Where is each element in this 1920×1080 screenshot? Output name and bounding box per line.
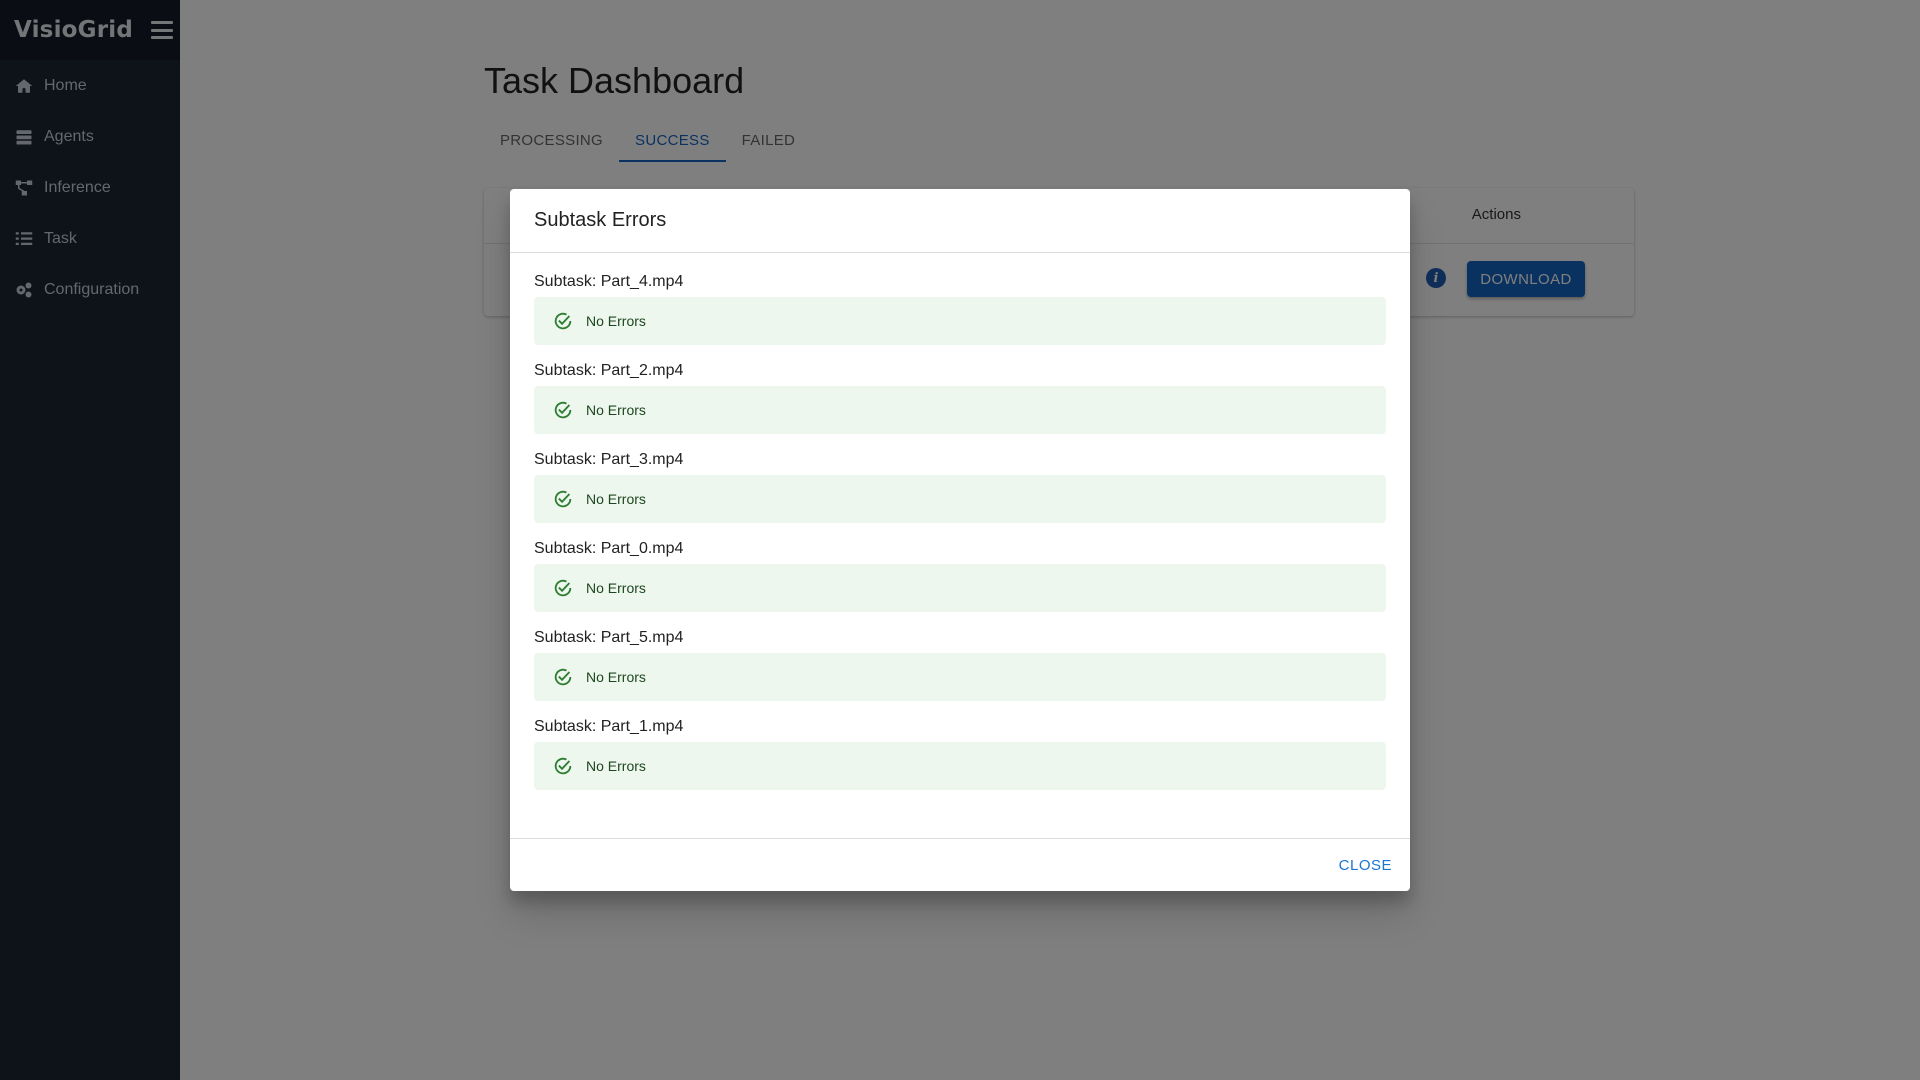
subtask-item: Subtask: Part_0.mp4 No Errors — [534, 540, 1386, 612]
alert-message: No Errors — [586, 402, 646, 418]
check-circle-icon — [554, 401, 572, 419]
subtask-item: Subtask: Part_4.mp4 No Errors — [534, 273, 1386, 345]
check-circle-icon — [554, 579, 572, 597]
alert-message: No Errors — [586, 758, 646, 774]
subtask-name: Subtask: Part_4.mp4 — [534, 273, 684, 290]
subtask-name: Subtask: Part_2.mp4 — [534, 362, 684, 379]
check-circle-icon — [554, 490, 572, 508]
subtask-name: Subtask: Part_3.mp4 — [534, 451, 684, 468]
subtask-errors-dialog: Subtask Errors Subtask: Part_4.mp4 No Er… — [510, 189, 1410, 891]
dialog-body: Subtask: Part_4.mp4 No Errors Subtask: P… — [510, 253, 1410, 790]
success-alert: No Errors — [534, 742, 1386, 790]
dialog-footer: CLOSE — [510, 838, 1410, 891]
success-alert: No Errors — [534, 475, 1386, 523]
check-circle-icon — [554, 668, 572, 686]
alert-message: No Errors — [586, 491, 646, 507]
alert-message: No Errors — [586, 669, 646, 685]
alert-message: No Errors — [586, 313, 646, 329]
alert-message: No Errors — [586, 580, 646, 596]
subtask-item: Subtask: Part_1.mp4 No Errors — [534, 718, 1386, 790]
success-alert: No Errors — [534, 564, 1386, 612]
subtask-item: Subtask: Part_2.mp4 No Errors — [534, 362, 1386, 434]
dialog-title: Subtask Errors — [510, 189, 1410, 253]
check-circle-icon — [554, 757, 572, 775]
subtask-item: Subtask: Part_5.mp4 No Errors — [534, 629, 1386, 701]
success-alert: No Errors — [534, 386, 1386, 434]
close-button[interactable]: CLOSE — [1337, 851, 1394, 880]
subtask-name: Subtask: Part_0.mp4 — [534, 540, 684, 557]
subtask-item: Subtask: Part_3.mp4 No Errors — [534, 451, 1386, 523]
success-alert: No Errors — [534, 653, 1386, 701]
success-alert: No Errors — [534, 297, 1386, 345]
subtask-name: Subtask: Part_5.mp4 — [534, 629, 684, 646]
subtask-name: Subtask: Part_1.mp4 — [534, 718, 684, 735]
check-circle-icon — [554, 312, 572, 330]
